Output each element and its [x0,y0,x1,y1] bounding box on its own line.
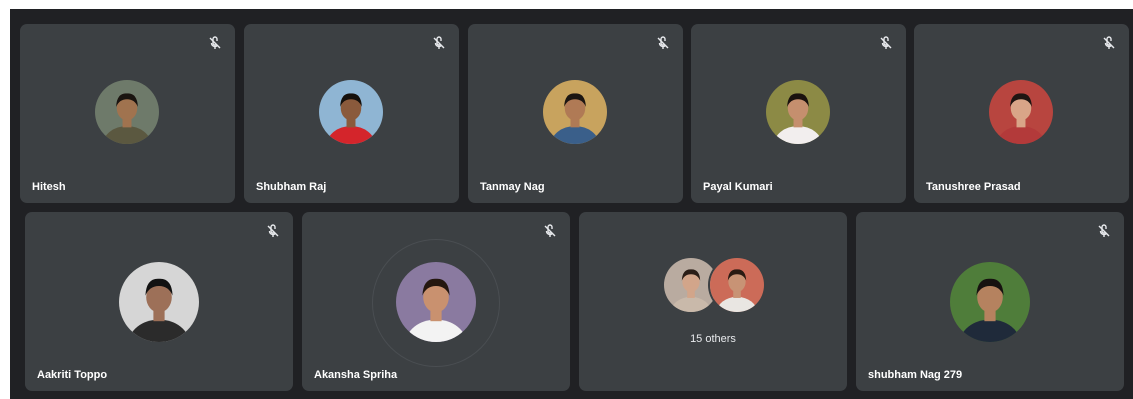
participant-name: Shubham Raj [256,181,327,193]
others-count: 15 others [690,333,736,345]
participant-tile[interactable]: Akansha Spriha [302,212,570,391]
participant-name: Payal Kumari [703,181,773,193]
participant-tile[interactable]: shubham Nag 279 [856,212,1124,391]
mic-off-icon [539,220,561,242]
mic-off-icon [1098,32,1120,54]
avatar [950,262,1030,342]
participant-name: Aakriti Toppo [37,369,108,381]
participant-tile[interactable]: Hitesh [20,24,235,203]
meeting-grid: Hitesh Shubham Raj Tanmay Nag Payal Kuma… [10,9,1133,399]
mic-off-icon [262,220,284,242]
avatar [396,262,476,342]
participant-name: shubham Nag 279 [868,369,963,381]
avatar [766,80,830,144]
avatar [710,258,764,312]
participant-tile[interactable]: Tanmay Nag [468,24,683,203]
mic-off-icon [204,32,226,54]
others-tile[interactable]: 15 others [579,212,847,391]
mic-off-icon [875,32,897,54]
avatar [95,80,159,144]
participant-name: Tanushree Prasad [926,181,1021,193]
avatar [543,80,607,144]
mic-off-icon [652,32,674,54]
participant-name: Akansha Spriha [314,369,398,381]
participant-name: Hitesh [32,181,66,193]
participant-name: Tanmay Nag [480,181,545,193]
mic-off-icon [428,32,450,54]
avatar [989,80,1053,144]
participant-tile[interactable]: Tanushree Prasad [914,24,1129,203]
mic-off-icon [1093,220,1115,242]
avatar [319,80,383,144]
participant-tile[interactable]: Payal Kumari [691,24,906,203]
participant-tile[interactable]: Shubham Raj [244,24,459,203]
avatar [119,262,199,342]
participant-tile[interactable]: Aakriti Toppo [25,212,293,391]
